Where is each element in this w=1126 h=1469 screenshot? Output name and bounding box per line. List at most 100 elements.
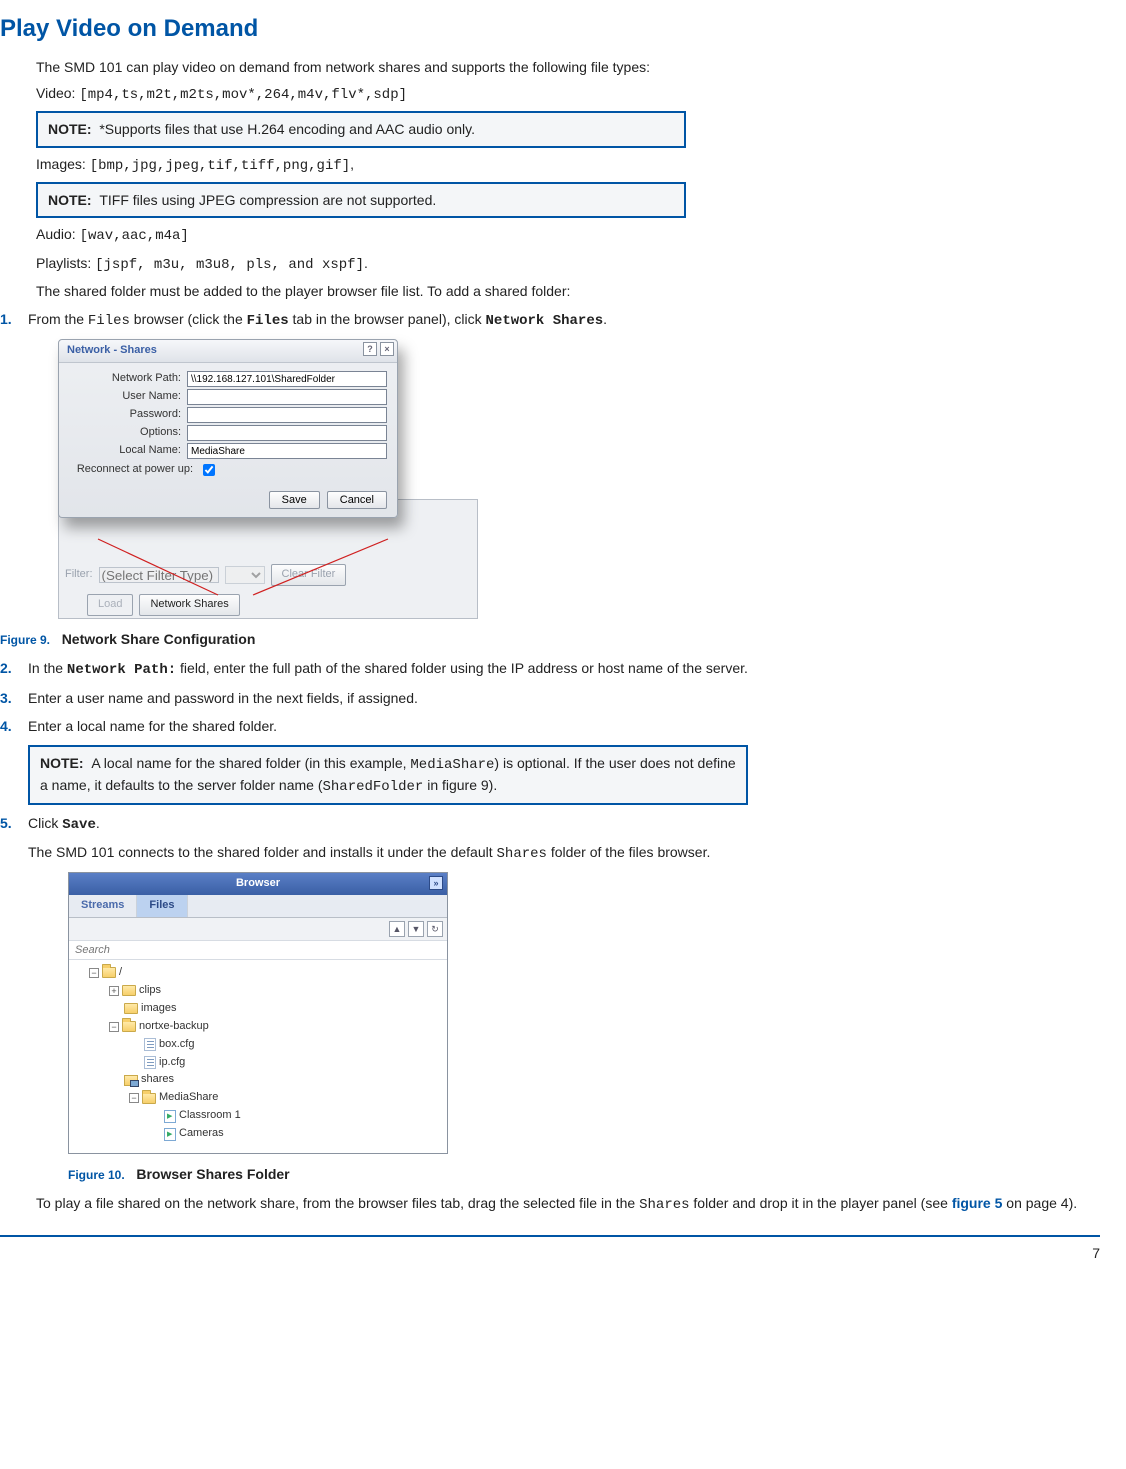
figure-10-caption: Figure 10. Browser Shares Folder <box>68 1164 1102 1184</box>
note-box-2: NOTE: TIFF files using JPEG compression … <box>36 182 686 218</box>
play-file-icon <box>164 1128 176 1141</box>
code: Shares <box>639 1197 689 1213</box>
step-number: 2. <box>0 658 12 678</box>
refresh-icon[interactable]: ↻ <box>427 921 443 937</box>
tree-label: MediaShare <box>159 1090 218 1106</box>
t: A local name for the shared folder (in t… <box>91 755 410 771</box>
step5-para: The SMD 101 connects to the shared folde… <box>28 842 1102 864</box>
t: Click <box>28 815 62 831</box>
dialog-titlebar: Network - Shares ? × <box>59 340 397 363</box>
code: Shares <box>497 846 547 862</box>
toggle-icon[interactable]: − <box>89 968 99 978</box>
step-number: 4. <box>0 716 12 736</box>
tree-nortxe[interactable]: −nortxe-backup <box>75 1018 441 1036</box>
code-bold: Network Path: <box>67 662 176 678</box>
audio-label: Audio: <box>36 226 80 242</box>
code-bold: Files <box>247 313 289 329</box>
shared-intro: The shared folder must be added to the p… <box>36 281 1102 301</box>
t: To play a file shared on the network sha… <box>36 1195 639 1211</box>
figure-9: Network - Shares ? × Network Path: User … <box>58 339 478 619</box>
note-box-1: NOTE: *Supports files that use H.264 enc… <box>36 111 686 147</box>
audio-line: Audio: [wav,aac,m4a] <box>36 224 1102 246</box>
code: MediaShare <box>410 757 494 773</box>
tree-images[interactable]: images <box>75 1000 441 1018</box>
password-input[interactable] <box>187 407 387 423</box>
note-label: NOTE: <box>40 755 84 771</box>
filter-label: Filter: <box>65 567 93 583</box>
user-name-label: User Name: <box>69 389 187 405</box>
options-input[interactable] <box>187 425 387 441</box>
code-bold: Save <box>62 817 96 833</box>
step-5: 5. Click Save. The SMD 101 connects to t… <box>0 813 1102 1184</box>
step1-text: From the Files browser (click the Files … <box>28 311 607 327</box>
user-name-input[interactable] <box>187 389 387 405</box>
browser-toolbar: ▲ ▼ ↻ <box>69 918 447 941</box>
password-label: Password: <box>69 407 187 423</box>
tree-boxcfg[interactable]: box.cfg <box>75 1036 441 1054</box>
file-icon <box>144 1038 156 1051</box>
cancel-button[interactable]: Cancel <box>327 491 387 509</box>
reconnect-checkbox[interactable] <box>203 464 215 476</box>
t: Enter a user name and password in the ne… <box>28 690 418 706</box>
closing-paragraph: To play a file shared on the network sha… <box>36 1193 1102 1215</box>
search-input[interactable] <box>69 941 447 960</box>
tree-label: box.cfg <box>159 1037 194 1053</box>
spacer <box>109 1004 121 1014</box>
images-line: Images: [bmp,jpg,jpeg,tif,tiff,png,gif], <box>36 154 1102 176</box>
tree-shares[interactable]: shares <box>75 1071 441 1089</box>
dialog-buttons: Save Cancel <box>59 485 397 517</box>
play-file-icon <box>164 1110 176 1123</box>
t: From the <box>28 311 88 327</box>
tree-label: Classroom 1 <box>179 1108 241 1124</box>
tab-files[interactable]: Files <box>137 895 187 917</box>
toggle-icon[interactable]: − <box>129 1093 139 1103</box>
toggle-icon[interactable]: − <box>109 1022 119 1032</box>
toggle-icon[interactable]: + <box>109 986 119 996</box>
figure-number: Figure 10. <box>68 1168 125 1182</box>
filter-select[interactable] <box>225 566 265 584</box>
sort-asc-icon[interactable]: ▲ <box>389 921 405 937</box>
tree-label: ip.cfg <box>159 1055 185 1071</box>
folder-open-icon <box>142 1093 156 1104</box>
network-path-input[interactable] <box>187 371 387 387</box>
help-icon[interactable]: ? <box>363 342 377 356</box>
tree-root[interactable]: −/ <box>75 964 441 982</box>
browser-titlebar: Browser » <box>69 873 447 895</box>
folder-open-icon <box>122 1021 136 1032</box>
step-4: 4.Enter a local name for the shared fold… <box>0 716 1102 805</box>
tree-mediashare[interactable]: − MediaShare <box>75 1089 441 1107</box>
network-shares-button[interactable]: Network Shares <box>139 594 239 616</box>
folder-icon <box>122 985 136 996</box>
figure-5-link[interactable]: figure 5 <box>952 1195 1003 1211</box>
spacer <box>109 1075 121 1085</box>
load-button[interactable]: Load <box>87 594 133 616</box>
t: folder of the files browser. <box>547 844 710 860</box>
tree-clips[interactable]: +clips <box>75 982 441 1000</box>
t: folder and drop it in the player panel (… <box>690 1195 952 1211</box>
reconnect-label: Reconnect at power up: <box>69 462 199 478</box>
clear-filter-button[interactable]: Clear Filter <box>271 564 347 586</box>
images-trailing: , <box>350 156 354 172</box>
intro-text: The SMD 101 can play video on demand fro… <box>36 57 1102 77</box>
close-icon[interactable]: × <box>380 342 394 356</box>
tree-ipcfg[interactable]: ip.cfg <box>75 1054 441 1072</box>
options-label: Options: <box>69 425 187 441</box>
note-label: NOTE: <box>48 192 92 208</box>
step-1: 1. From the Files browser (click the Fil… <box>0 309 1102 619</box>
spacer <box>129 1040 141 1050</box>
audio-formats: [wav,aac,m4a] <box>80 228 189 244</box>
t: In the <box>28 660 67 676</box>
tree-classroom[interactable]: Classroom 1 <box>75 1107 441 1125</box>
tree-cameras[interactable]: Cameras <box>75 1125 441 1143</box>
step-number: 3. <box>0 688 12 708</box>
save-button[interactable]: Save <box>269 491 320 509</box>
dialog-body: Network Path: User Name: Password: Optio… <box>59 363 397 485</box>
local-name-input[interactable] <box>187 443 387 459</box>
sort-desc-icon[interactable]: ▼ <box>408 921 424 937</box>
filter-input[interactable] <box>99 567 219 583</box>
tree-label: images <box>141 1001 176 1017</box>
t: The SMD 101 connects to the shared folde… <box>28 844 497 860</box>
figure-10-browser: Browser » Streams Files ▲ ▼ ↻ −/ +clips … <box>68 872 448 1154</box>
tab-streams[interactable]: Streams <box>69 895 137 917</box>
collapse-icon[interactable]: » <box>429 876 443 890</box>
